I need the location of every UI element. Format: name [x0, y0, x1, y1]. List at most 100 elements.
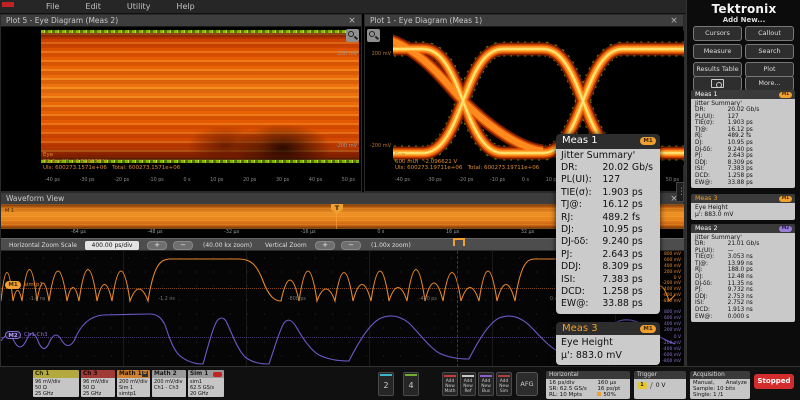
plot5-x-ticks: -40 ps -30 ps -20 ps -10 ps 0 s 10 ps 20 ps 30 … [45, 178, 355, 183]
vertical-zoom-out-button[interactable]: − [341, 240, 361, 250]
measurement-row: DR: 20.02 Gb/s [561, 162, 654, 173]
meas1-popup-subtitle: Jitter Summary' [561, 150, 636, 161]
afg-button[interactable]: AFG [516, 372, 538, 396]
measurement-row: DR: 20.02 Gb/s [695, 107, 760, 113]
measurement-row: DJ-δδ: 11.35 ns [695, 280, 753, 287]
acquisition-panel[interactable]: Acquisition Manual, Analyze Sample: 10 b… [690, 371, 750, 399]
trace2-label: Ch1-Ch3 [24, 332, 48, 338]
voltage-tick-label: -800 mV [662, 299, 681, 304]
measurement-row: DDJ: 8.309 ps [561, 261, 643, 273]
rail-button[interactable]: Search [745, 44, 794, 59]
measurement-row: DJ-δδ: 9.240 ps [695, 146, 753, 153]
eye-top-fringe [41, 30, 359, 33]
magnifier-icon[interactable] [346, 29, 359, 42]
meas1-popup-card[interactable]: Meas 1 M1 Jitter Summary' DR: 20.02 Gb/s P… [556, 134, 660, 314]
x-tick-label: -10 ps [490, 178, 506, 183]
meas2-result-badge[interactable]: Meas 2 M2 Jitter Summary' DR: 21.01 Gb/s P… [691, 224, 795, 323]
zoom-box-handle[interactable] [453, 238, 465, 246]
screen-capture-button[interactable] [693, 76, 742, 91]
math2-badge[interactable]: Math 2 200 mV/div Ch1 - Ch3 [152, 370, 186, 397]
measurement-row: PL(UI): 127 [695, 113, 739, 120]
trigger-panel[interactable]: Trigger 1 0 V [634, 371, 686, 399]
meas1-title: Meas 1 [695, 91, 718, 98]
channel-button[interactable]: 2 [378, 372, 394, 396]
meas3-name: Eye Height [695, 204, 728, 211]
measurement-row: PL(UI): 127 [561, 174, 621, 186]
close-icon[interactable]: × [668, 15, 680, 27]
x-tick-label: -40 ps [395, 178, 410, 183]
measurement-row: DDJ: 2.753 ns [695, 293, 753, 300]
meas3-popup-value: µ': 883.0 mV [561, 350, 622, 361]
measurement-row: RL: 10 Mpts 50% [549, 392, 627, 398]
meas3-popup-name: Eye Height [561, 337, 613, 348]
zoom-center-line [457, 251, 458, 367]
ch1-badge[interactable]: Ch 1 96 mV/div 50 Ω 25 GHz [33, 370, 79, 397]
rail-button[interactable]: Callout [745, 26, 794, 41]
measurement-row: RJ: 489.2 fs [561, 211, 641, 223]
voltage-tick-label: 0 V [673, 275, 681, 281]
readout-line: UIs: 600273.19711e+06 Total: 600273.1971… [395, 165, 540, 172]
sim1-badge[interactable]: Sim 1 sim1 62.5 GS/s 20 GHz [188, 370, 224, 397]
menu-item[interactable]: Edit [85, 0, 101, 14]
measurement-row: ISI: 2.752 ns [695, 300, 753, 307]
measurement-row: DJ-δδ: 9.240 ps [561, 236, 643, 248]
menu-item[interactable]: File [46, 0, 59, 14]
menu-item[interactable]: Utility [127, 0, 151, 14]
horizontal-panel-rows: 16 ps/div 160 µs SR: 62.5 GS/s 16 ps/pt RL: … [546, 379, 630, 399]
badge-line: simtp1 [119, 391, 137, 397]
zoom-in-button[interactable]: + [147, 240, 167, 250]
measurement-row: ISI: 7.383 ps [695, 166, 753, 173]
voltage-tick-label: -200 mV [662, 340, 681, 346]
math1-badge[interactable]: Math 1 D 200 mV/div Sim 1 simtp1 [117, 370, 150, 397]
horizontal-panel-title: Horizontal [546, 371, 630, 379]
measurement-row: DR: 21.01 Gb/s [695, 241, 760, 247]
overview-tick-label: -64 µs [71, 230, 86, 235]
meas3-popup-card[interactable]: Meas 3 M1 Eye Height µ': 883.0 mV [556, 322, 660, 365]
readout-line: Eye [43, 152, 54, 158]
horizontal-zoom-scale-input[interactable]: 400.00 ps/div [85, 240, 139, 250]
meas3-popup-badge: M1 [640, 325, 656, 333]
add-new-button[interactable]: Add New Bus [478, 372, 494, 396]
math1-badge-title: Math 1 D [117, 370, 150, 378]
rail-button[interactable]: Cursors [693, 26, 742, 41]
readout-line: Eye [395, 152, 406, 158]
vertical-zoom-in-button[interactable]: + [315, 240, 335, 250]
x-tick-label: -800 ps [287, 297, 306, 302]
trace1-badge[interactable]: M1 [5, 281, 21, 289]
camera-icon [711, 79, 724, 88]
measurement-row: DCD: 1.913 ns [695, 306, 753, 313]
meas3-popup-title: Meas 3 [562, 323, 598, 334]
more-button[interactable]: More... [745, 76, 794, 91]
meas1-result-badge[interactable]: Meas 1 M1 Jitter Summary' DR: 20.02 Gb/s P… [691, 90, 795, 189]
add-new-button[interactable]: Add New Math [442, 372, 458, 396]
plot1-readout: Eye 600 mUI -2.096621 V UIs: 600273.19711e… [395, 152, 539, 172]
run-stop-button[interactable]: Stopped [754, 374, 794, 389]
y-scale-top: 200 mV [371, 51, 391, 57]
voltage-tick-label: 400 mV [663, 322, 681, 328]
rail-button[interactable]: Plot [745, 62, 794, 77]
add-new-button[interactable]: Add New Ref [460, 372, 476, 396]
zoom-out-button[interactable]: − [173, 240, 193, 250]
rail-button[interactable]: Results Table [693, 62, 742, 77]
right-rail: Tektronix Add New... Cursors Callout Measu… [686, 0, 800, 366]
measurement-row: TIE(σ): 3.053 ns [695, 254, 753, 261]
meas2-source-badge: M2 [779, 225, 792, 232]
x-tick-label: -30 ps [426, 178, 442, 183]
horizontal-panel[interactable]: Horizontal 16 ps/div 160 µs SR: 62.5 GS/s 1… [546, 371, 630, 399]
voltage-tick-label: -600 mV [662, 352, 681, 358]
splitter-handle[interactable]: ⋮ [676, 182, 686, 202]
ch3-badge[interactable]: Ch 3 96 mV/div 50 Ω 25 GHz [81, 370, 115, 397]
rail-button[interactable]: Measure [693, 44, 742, 59]
menu-item[interactable]: Help [176, 0, 194, 14]
trace2-badge[interactable]: M2 [5, 331, 21, 339]
add-new-label: Add New... [722, 16, 766, 24]
waveform-title: Waveform View [6, 194, 65, 203]
math2-badge-title: Math 2 [152, 370, 186, 378]
rail-buttons: Cursors Callout Measure Search Results Table… [693, 26, 795, 77]
measurement-row: DCD: 1.258 ps [561, 286, 643, 298]
add-new-button[interactable]: Add New Sim [496, 372, 512, 396]
magnifier-icon[interactable] [367, 29, 380, 42]
channel-button[interactable]: 4 [403, 372, 419, 396]
close-icon[interactable]: × [346, 15, 358, 27]
meas3-result-badge[interactable]: Meas 3 M1 Eye Height µ': 883.0 mV [691, 194, 795, 220]
